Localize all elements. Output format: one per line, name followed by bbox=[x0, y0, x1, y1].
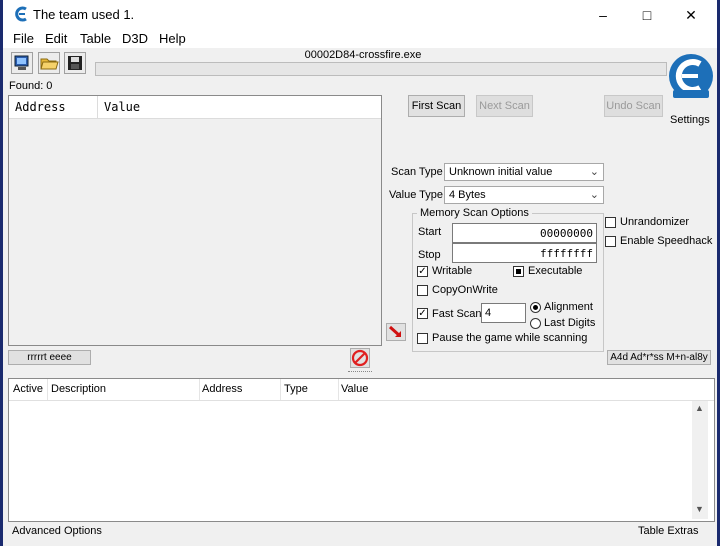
save-button[interactable] bbox=[64, 52, 86, 74]
memory-scan-options-title: Memory Scan Options bbox=[417, 207, 532, 219]
alignment-label[interactable]: Alignment bbox=[544, 301, 593, 313]
scan-progress-bar bbox=[95, 62, 667, 76]
column-divider bbox=[199, 379, 200, 400]
column-divider bbox=[47, 379, 48, 400]
table-header: Active Description Address Type Value bbox=[9, 379, 714, 401]
next-scan-button[interactable]: Next Scan bbox=[476, 95, 533, 117]
table-header-address[interactable]: Address bbox=[202, 383, 242, 395]
chevron-down-icon: ⌄ bbox=[589, 166, 599, 178]
executable-label[interactable]: Executable bbox=[528, 265, 582, 277]
copyonwrite-label[interactable]: CopyOnWrite bbox=[432, 284, 498, 296]
writable-label[interactable]: Writable bbox=[432, 265, 472, 277]
writable-checkbox[interactable]: ✓ bbox=[417, 266, 428, 277]
open-process-button[interactable] bbox=[11, 52, 33, 74]
pause-game-label[interactable]: Pause the game while scanning bbox=[432, 332, 587, 344]
first-scan-button[interactable]: First Scan bbox=[408, 95, 465, 117]
minimize-button[interactable]: – bbox=[581, 2, 625, 28]
scan-results-list[interactable]: Address Value bbox=[8, 95, 382, 346]
stop-label: Stop bbox=[418, 249, 441, 261]
copyonwrite-checkbox[interactable] bbox=[417, 285, 428, 296]
results-header-value[interactable]: Value bbox=[104, 100, 140, 114]
last-digits-radio[interactable] bbox=[530, 318, 541, 329]
menu-edit[interactable]: Edit bbox=[45, 31, 67, 46]
floppy-disk-icon bbox=[68, 56, 82, 70]
column-divider bbox=[280, 379, 281, 400]
stop-address-input[interactable]: ffffffff bbox=[452, 243, 597, 263]
cheat-engine-app-icon bbox=[15, 6, 27, 22]
scroll-up-icon[interactable]: ▲ bbox=[695, 403, 704, 413]
chevron-down-icon: ⌄ bbox=[589, 189, 599, 201]
menu-file[interactable]: File bbox=[13, 31, 34, 46]
settings-link[interactable]: Settings bbox=[670, 114, 710, 126]
add-to-list-button[interactable] bbox=[386, 323, 406, 341]
pause-game-checkbox[interactable] bbox=[417, 333, 428, 344]
open-file-button[interactable] bbox=[38, 52, 60, 74]
memory-view-button[interactable]: rrrrrt eeee bbox=[8, 350, 91, 365]
cheat-table-list[interactable]: Active Description Address Type Value bbox=[8, 378, 715, 522]
last-digits-label[interactable]: Last Digits bbox=[544, 317, 595, 329]
table-header-active[interactable]: Active bbox=[13, 383, 43, 395]
scan-type-value: Unknown initial value bbox=[449, 166, 553, 178]
folder-open-icon bbox=[40, 58, 59, 70]
results-header: Address Value bbox=[9, 96, 381, 119]
menu-table[interactable]: Table bbox=[80, 31, 111, 46]
fast-scan-label[interactable]: Fast Scan bbox=[432, 308, 482, 320]
table-header-value[interactable]: Value bbox=[341, 383, 368, 395]
scan-type-label: Scan Type bbox=[391, 166, 443, 178]
column-divider bbox=[97, 96, 98, 118]
advanced-options-link[interactable]: Advanced Options bbox=[12, 525, 102, 537]
value-type-select[interactable]: 4 Bytes ⌄ bbox=[444, 186, 604, 204]
menu-d3d[interactable]: D3D bbox=[122, 31, 148, 46]
fast-scan-checkbox[interactable]: ✓ bbox=[417, 308, 428, 319]
unrandomizer-label[interactable]: Unrandomizer bbox=[620, 216, 689, 228]
cheat-engine-logo-icon[interactable] bbox=[667, 52, 715, 114]
add-address-manually-button[interactable]: A4d Ad*r*ss M+n-al8y bbox=[607, 350, 711, 365]
unrandomizer-checkbox[interactable] bbox=[605, 217, 616, 228]
scroll-down-icon[interactable]: ▼ bbox=[695, 504, 704, 514]
table-scrollbar[interactable]: ▲ ▼ bbox=[692, 401, 708, 519]
value-type-value: 4 Bytes bbox=[449, 189, 486, 201]
stop-icon[interactable] bbox=[350, 348, 370, 368]
process-name: 00002D84-crossfire.exe bbox=[304, 49, 422, 61]
splitter-handle[interactable] bbox=[348, 371, 372, 375]
menu-help[interactable]: Help bbox=[159, 31, 186, 46]
results-header-address[interactable]: Address bbox=[15, 100, 66, 114]
fast-scan-input[interactable]: 4 bbox=[481, 303, 526, 323]
maximize-button[interactable]: □ bbox=[625, 2, 669, 28]
executable-checkbox[interactable] bbox=[513, 266, 524, 277]
red-arrow-icon bbox=[388, 325, 402, 338]
alignment-radio[interactable] bbox=[530, 302, 541, 313]
main-window: The team used 1. – □ ✕ File Edit Table D… bbox=[3, 0, 717, 546]
table-header-type[interactable]: Type bbox=[284, 383, 308, 395]
start-label: Start bbox=[418, 226, 442, 238]
start-address-input[interactable]: 00000000 bbox=[452, 223, 597, 243]
table-header-description[interactable]: Description bbox=[51, 383, 106, 395]
found-count: Found: 0 bbox=[9, 80, 53, 92]
speedhack-label[interactable]: Enable Speedhack bbox=[620, 235, 712, 247]
scan-type-select[interactable]: Unknown initial value ⌄ bbox=[444, 163, 604, 181]
computer-icon bbox=[14, 55, 29, 70]
undo-scan-button[interactable]: Undo Scan bbox=[604, 95, 663, 117]
table-extras-link[interactable]: Table Extras bbox=[638, 525, 699, 537]
column-divider bbox=[338, 379, 339, 400]
close-button[interactable]: ✕ bbox=[669, 2, 713, 28]
speedhack-checkbox[interactable] bbox=[605, 236, 616, 247]
window-title: The team used 1. bbox=[33, 7, 135, 22]
value-type-label: Value Type bbox=[389, 189, 444, 201]
